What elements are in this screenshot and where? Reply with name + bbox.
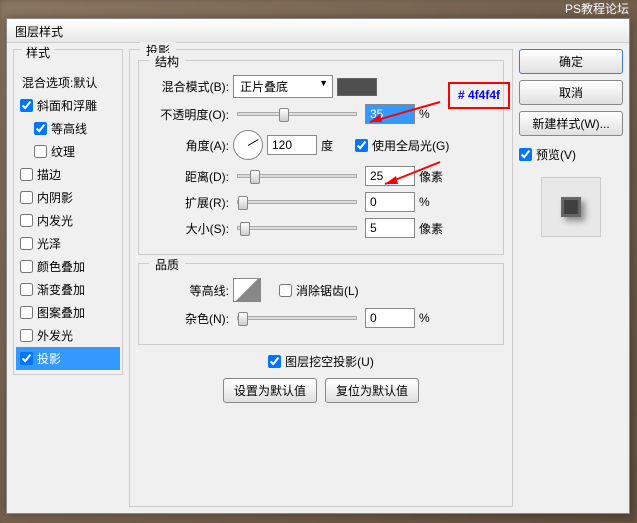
style-label-6: 光泽 <box>37 235 61 252</box>
blend-mode-select[interactable]: 正片叠底 <box>233 75 333 98</box>
color-annotation: # 4f4f4f <box>448 82 510 109</box>
style-item-8[interactable]: 渐变叠加 <box>16 278 120 301</box>
distance-unit: 像素 <box>419 168 449 185</box>
style-label-9: 图案叠加 <box>37 304 85 321</box>
style-label-7: 颜色叠加 <box>37 258 85 275</box>
quality-group: 品质 等高线: 消除锯齿(L) 杂色(N): % <box>138 263 504 345</box>
styles-group-title: 样式 <box>22 44 54 61</box>
angle-unit: 度 <box>321 137 351 154</box>
dialog-title: 图层样式 <box>15 25 63 39</box>
style-item-0[interactable]: 斜面和浮雕 <box>16 94 120 117</box>
size-input[interactable] <box>365 218 415 238</box>
style-checkbox-2[interactable] <box>34 145 47 158</box>
contour-picker[interactable] <box>233 278 261 302</box>
style-item-11[interactable]: 投影 <box>16 347 120 370</box>
knockout-checkbox[interactable] <box>268 355 281 368</box>
size-unit: 像素 <box>419 220 449 237</box>
anti-alias-checkbox[interactable] <box>279 284 292 297</box>
style-label-11: 投影 <box>37 350 61 367</box>
style-checkbox-7[interactable] <box>20 260 33 273</box>
angle-dial[interactable] <box>233 130 263 160</box>
style-item-7[interactable]: 颜色叠加 <box>16 255 120 278</box>
global-light-checkbox[interactable] <box>355 139 368 152</box>
size-slider[interactable] <box>237 226 357 230</box>
style-item-4[interactable]: 内阴影 <box>16 186 120 209</box>
spread-input[interactable] <box>365 192 415 212</box>
style-item-1[interactable]: 等高线 <box>16 117 120 140</box>
style-label-10: 外发光 <box>37 327 73 344</box>
action-panel: 确定 取消 新建样式(W)... 预览(V) <box>519 49 623 507</box>
style-checkbox-8[interactable] <box>20 283 33 296</box>
style-item-10[interactable]: 外发光 <box>16 324 120 347</box>
style-item-9[interactable]: 图案叠加 <box>16 301 120 324</box>
preview-thumbnail <box>541 177 601 237</box>
noise-unit: % <box>419 311 449 325</box>
structure-title: 结构 <box>149 53 185 70</box>
style-checkbox-11[interactable] <box>20 352 33 365</box>
style-label-3: 描边 <box>37 166 61 183</box>
style-item-3[interactable]: 描边 <box>16 163 120 186</box>
style-checkbox-5[interactable] <box>20 214 33 227</box>
style-label-1: 等高线 <box>51 120 87 137</box>
noise-slider[interactable] <box>237 316 357 320</box>
style-label-8: 渐变叠加 <box>37 281 85 298</box>
blending-options-item[interactable]: 混合选项:默认 <box>16 71 120 94</box>
style-checkbox-10[interactable] <box>20 329 33 342</box>
title-bar[interactable]: 图层样式 <box>7 19 629 43</box>
style-label-2: 纹理 <box>51 143 75 160</box>
new-style-button[interactable]: 新建样式(W)... <box>519 111 623 136</box>
styles-panel: 样式 混合选项:默认 斜面和浮雕等高线纹理描边内阴影内发光光泽颜色叠加渐变叠加图… <box>13 49 123 507</box>
noise-label: 杂色(N): <box>149 310 229 327</box>
opacity-label: 不透明度(O): <box>149 106 229 123</box>
style-label-5: 内发光 <box>37 212 73 229</box>
opacity-unit: % <box>419 107 449 121</box>
style-label-4: 内阴影 <box>37 189 73 206</box>
spread-slider[interactable] <box>237 200 357 204</box>
style-checkbox-3[interactable] <box>20 168 33 181</box>
angle-input[interactable] <box>267 135 317 155</box>
style-checkbox-0[interactable] <box>20 99 33 112</box>
style-item-5[interactable]: 内发光 <box>16 209 120 232</box>
spread-unit: % <box>419 195 449 209</box>
distance-input[interactable] <box>365 166 415 186</box>
style-checkbox-6[interactable] <box>20 237 33 250</box>
ok-button[interactable]: 确定 <box>519 49 623 74</box>
layer-style-dialog: 图层样式 样式 混合选项:默认 斜面和浮雕等高线纹理描边内阴影内发光光泽颜色叠加… <box>6 18 630 514</box>
distance-label: 距离(D): <box>149 168 229 185</box>
global-light-label: 使用全局光(G) <box>372 137 449 154</box>
quality-title: 品质 <box>149 256 185 273</box>
opacity-slider[interactable] <box>237 112 357 116</box>
knockout-label: 图层挖空投影(U) <box>285 353 374 370</box>
contour-label: 等高线: <box>149 282 229 299</box>
spread-label: 扩展(R): <box>149 194 229 211</box>
angle-label: 角度(A): <box>149 137 229 154</box>
style-item-2[interactable]: 纹理 <box>16 140 120 163</box>
size-label: 大小(S): <box>149 220 229 237</box>
opacity-input[interactable] <box>365 104 415 124</box>
settings-panel: 投影 结构 混合模式(B): 正片叠底 不透明度(O): % <box>129 49 513 507</box>
style-checkbox-1[interactable] <box>34 122 47 135</box>
blend-mode-label: 混合模式(B): <box>149 78 229 95</box>
shadow-color-swatch[interactable] <box>337 78 377 96</box>
distance-slider[interactable] <box>237 174 357 178</box>
preview-checkbox[interactable] <box>519 148 532 161</box>
reset-default-button[interactable]: 复位为默认值 <box>325 378 419 403</box>
noise-input[interactable] <box>365 308 415 328</box>
style-checkbox-4[interactable] <box>20 191 33 204</box>
cancel-button[interactable]: 取消 <box>519 80 623 105</box>
style-label-0: 斜面和浮雕 <box>37 97 97 114</box>
preview-label: 预览(V) <box>536 146 576 163</box>
set-default-button[interactable]: 设置为默认值 <box>223 378 317 403</box>
style-checkbox-9[interactable] <box>20 306 33 319</box>
style-item-6[interactable]: 光泽 <box>16 232 120 255</box>
anti-alias-label: 消除锯齿(L) <box>296 282 359 299</box>
